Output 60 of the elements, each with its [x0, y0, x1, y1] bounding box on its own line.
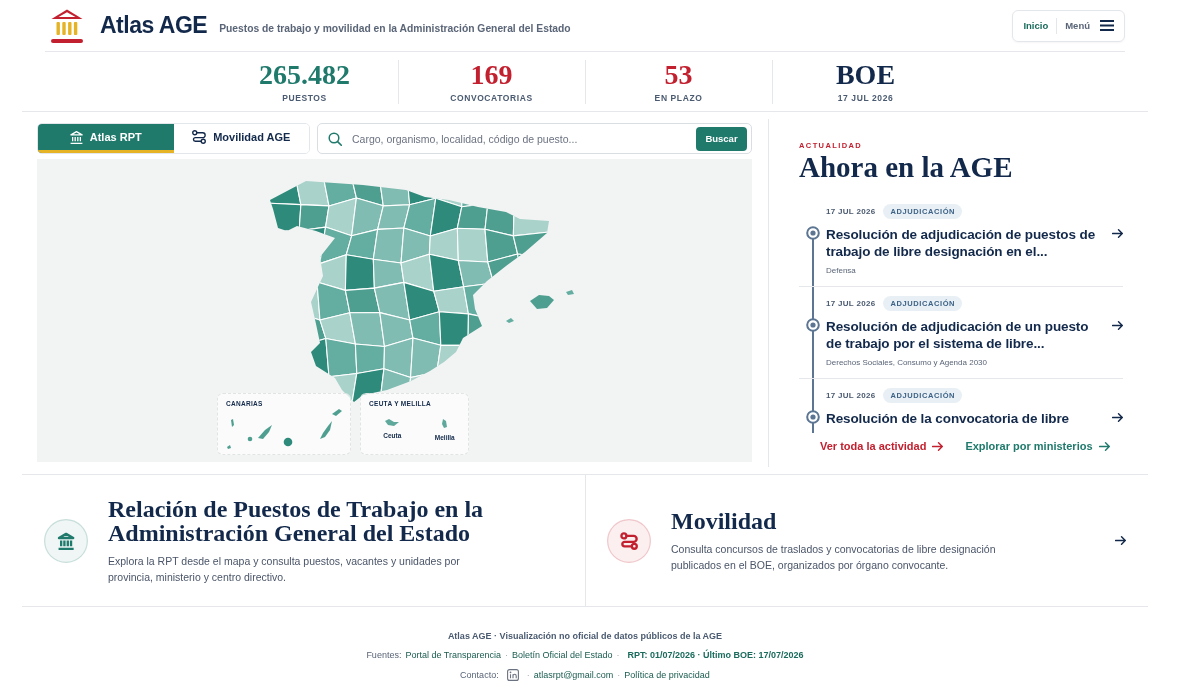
- stat-value: 169: [470, 60, 513, 88]
- news-ministry: Defensa: [826, 266, 857, 275]
- footer-link[interactable]: Boletín Oficial del Estado: [511, 649, 613, 661]
- stat-label: EN PLAZO: [654, 92, 703, 103]
- section-title: Ahora en la AGE: [799, 152, 1014, 182]
- news-date: 17 JUL 2026: [826, 391, 876, 400]
- more-link[interactable]: Explorar por ministerios: [965, 440, 1110, 452]
- logo-icon: [50, 7, 84, 44]
- more-link[interactable]: Ver toda la actividad: [820, 440, 944, 452]
- nav-link[interactable]: Inicio: [1023, 20, 1049, 31]
- update-dates: RPT: 01/07/2026 · Último BOE: 17/07/2026: [627, 649, 804, 661]
- footer-link[interactable]: atlasrpt@gmail.com: [533, 669, 614, 681]
- arrow-right-icon: [1112, 229, 1123, 238]
- card-description: Explora la RPT desde el mapa y consulta puestos, vacantes y unidades por provincia, ministerio y centro directivo.: [108, 553, 461, 585]
- territory-shape-icon: [385, 419, 400, 426]
- stat-label: CONVOCATORIAS: [450, 92, 533, 103]
- tagline: Puestos de trabajo y movilidad en la Administración General del Estado: [219, 22, 571, 34]
- search-button[interactable]: Buscar: [696, 126, 747, 151]
- footer-label: Fuentes:: [366, 649, 402, 661]
- separator: ·: [526, 669, 530, 681]
- card-description: Consulta concursos de traslados y convocatorias de libre designación publicados en el BOE, organizados por órgano convocante.: [671, 541, 997, 573]
- building-icon: [69, 130, 83, 144]
- stat-value: BOE: [835, 60, 896, 88]
- news-title[interactable]: Resolución de adjudicación de un puesto de trabajo por el sistema de libre...: [826, 318, 1101, 352]
- route-icon: [192, 130, 207, 144]
- timeline-node-icon: [805, 318, 820, 332]
- footer-label: Contacto:: [460, 669, 499, 681]
- news-title[interactable]: Resolución de adjudicación de puestos de trabajo de libre designación en el...: [826, 226, 1101, 260]
- arrow-right-icon: [1098, 441, 1110, 451]
- timeline-node-icon: [805, 410, 820, 424]
- search-field[interactable]: Cargo, organismo, localidad, código de puesto... Buscar: [317, 123, 752, 154]
- news-ministry: Derechos Sociales, Consumo y Agenda 2030: [826, 358, 988, 367]
- linkedin-icon[interactable]: [506, 669, 519, 681]
- stat-value: 265.482: [259, 60, 350, 88]
- stat-label: 17 JUL 2026: [837, 92, 894, 103]
- arrow-right-icon: [1112, 413, 1123, 422]
- news-date: 17 JUL 2026: [826, 207, 876, 216]
- territory-shape-icon: [442, 419, 448, 428]
- news-title[interactable]: Resolución de la convocatoria de libre: [826, 410, 1101, 427]
- brand-name: Atlas AGE: [100, 12, 208, 39]
- search-icon: [328, 131, 342, 146]
- building-icon: [44, 518, 88, 563]
- stat-value: 53: [664, 60, 693, 88]
- arrow-right-icon: [932, 441, 944, 451]
- footer-link[interactable]: Portal de Transparencia: [405, 649, 501, 661]
- stat-label: PUESTOS: [282, 92, 327, 103]
- separator: ·: [616, 649, 620, 661]
- footer-note: Atlas AGE · Visualización no oficial de datos públicos de la AGE: [446, 630, 724, 642]
- separator: ·: [617, 669, 621, 681]
- separator: ·: [504, 649, 508, 661]
- timeline-node-icon: [805, 226, 820, 240]
- news-date: 17 JUL 2026: [826, 299, 876, 308]
- card-title[interactable]: Movilidad: [671, 508, 1095, 533]
- card-title[interactable]: Relación de Puestos de Trabajo en la Administración General del Estado: [108, 496, 538, 545]
- route-icon: [607, 518, 651, 563]
- menu-button[interactable]: Menú: [1065, 20, 1114, 31]
- footer-link[interactable]: Política de privacidad: [624, 669, 710, 681]
- menu-icon: [1100, 20, 1114, 31]
- arrow-right-icon: [1112, 321, 1123, 330]
- tab[interactable]: Atlas RPT: [38, 124, 174, 153]
